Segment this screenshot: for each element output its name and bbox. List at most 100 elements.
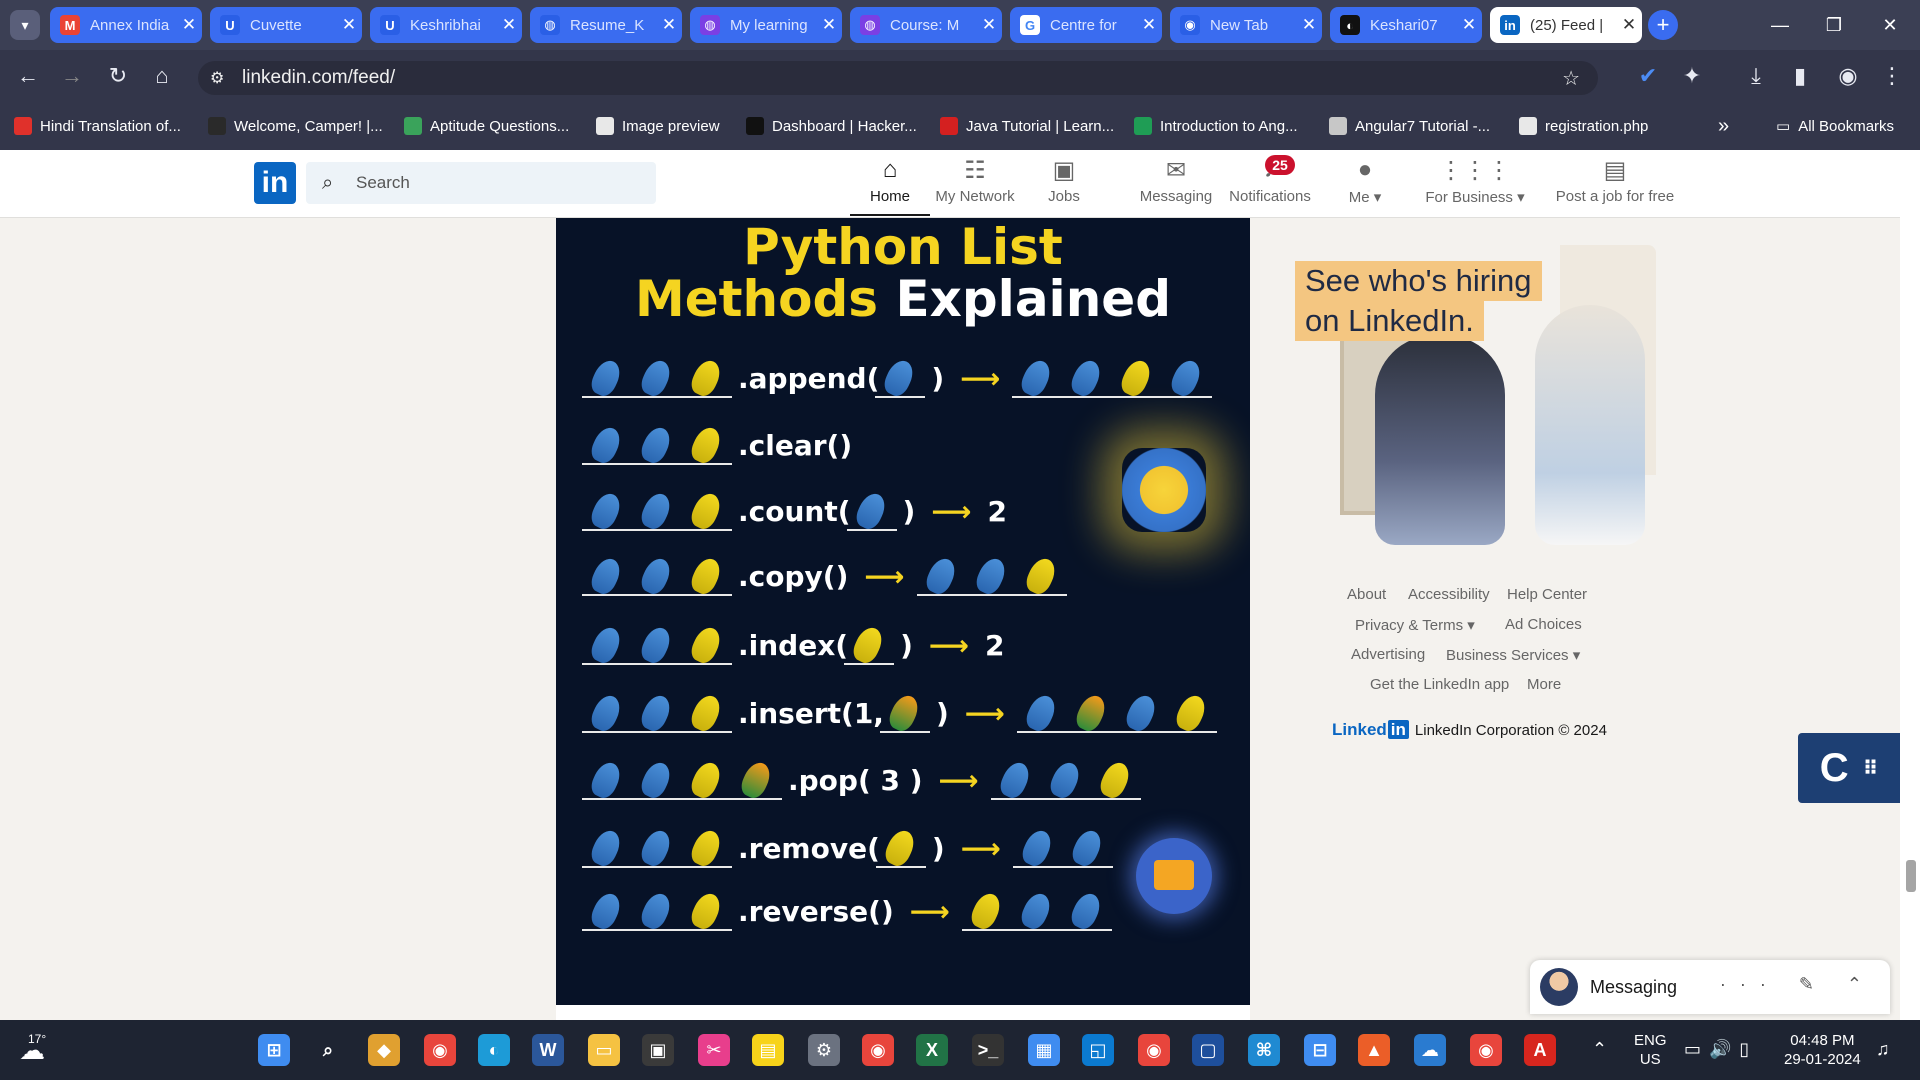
file-explorer-icon[interactable]: ▭ xyxy=(588,1034,620,1066)
snipping-icon[interactable]: ✂ xyxy=(698,1034,730,1066)
profile-icon[interactable]: ◉ xyxy=(1834,62,1862,90)
bookmark-item[interactable]: Aptitude Questions... xyxy=(404,115,569,137)
settings-icon[interactable]: ⚙ xyxy=(808,1034,840,1066)
footer-help-link[interactable]: Help Center xyxy=(1507,586,1587,603)
tab-close-icon[interactable]: ✕ xyxy=(1616,15,1642,35)
nav-avatar[interactable]: ● Me ▾ xyxy=(1330,156,1400,216)
bookmark-item[interactable]: Introduction to Ang... xyxy=(1134,115,1298,137)
scrollbar-thumb[interactable] xyxy=(1906,860,1916,892)
nav-network[interactable]: ☷ My Network xyxy=(920,156,1030,216)
all-bookmarks-button[interactable]: ▭ All Bookmarks xyxy=(1776,115,1894,137)
acrobat-icon[interactable]: A xyxy=(1524,1034,1556,1066)
nav-grid[interactable]: ⋮⋮⋮ For Business ▾ xyxy=(1420,156,1530,216)
close-window-button[interactable]: ✕ xyxy=(1862,0,1918,50)
tab-close-icon[interactable]: ✕ xyxy=(1296,15,1322,35)
tab-0[interactable]: M Annex India ✕ xyxy=(50,7,202,43)
store-icon[interactable]: ▣ xyxy=(642,1034,674,1066)
tab-close-icon[interactable]: ✕ xyxy=(496,15,522,35)
tab-close-icon[interactable]: ✕ xyxy=(176,15,202,35)
reload-button[interactable]: ↻ xyxy=(104,62,132,90)
site-info-icon[interactable]: ⚙ xyxy=(210,68,224,88)
tab-close-icon[interactable]: ✕ xyxy=(1456,15,1482,35)
network-volume-battery-icons[interactable]: ▭🔊▯ xyxy=(1684,1040,1757,1059)
new-tab-button[interactable]: + xyxy=(1648,10,1678,40)
bookmark-item[interactable]: Hindi Translation of... xyxy=(14,115,181,137)
tab-9[interactable]: in (25) Feed | ✕ xyxy=(1490,7,1642,43)
terminal-icon[interactable]: >_ xyxy=(972,1034,1004,1066)
extension-check-icon[interactable]: ✔ xyxy=(1634,62,1662,90)
clock[interactable]: 04:48 PM 29-01-2024 xyxy=(1784,1031,1861,1069)
footer-business-link[interactable]: Business Services ▾ xyxy=(1446,646,1580,664)
language-indicator[interactable]: ENG US xyxy=(1634,1031,1667,1069)
minimize-button[interactable]: — xyxy=(1752,0,1808,50)
tab-close-icon[interactable]: ✕ xyxy=(976,15,1002,35)
footer-accessibility-link[interactable]: Accessibility xyxy=(1408,586,1490,603)
tab-1[interactable]: U Cuvette ✕ xyxy=(210,7,362,43)
notification-bell-icon[interactable]: ♫ xyxy=(1876,1040,1890,1059)
restore-button[interactable]: ❐ xyxy=(1806,0,1862,50)
back-button[interactable]: ← xyxy=(14,62,42,90)
tab-2[interactable]: U Keshribhai ✕ xyxy=(370,7,522,43)
chrome-icon[interactable]: ◉ xyxy=(862,1034,894,1066)
tab-5[interactable]: ◍ Course: M ✕ xyxy=(850,7,1002,43)
tab-search-button[interactable]: ▾ xyxy=(10,10,40,40)
tab-close-icon[interactable]: ✕ xyxy=(336,15,362,35)
post-image[interactable]: Python List Methods Explained .append() ⟶… xyxy=(556,218,1250,1005)
tab-close-icon[interactable]: ✕ xyxy=(656,15,682,35)
word-icon[interactable]: W xyxy=(532,1034,564,1066)
nav-messaging[interactable]: ✉ Messaging xyxy=(1130,156,1222,216)
messaging-actions-icons[interactable]: ··· ✎ ⌃ xyxy=(1720,974,1876,995)
bookmarks-more-button[interactable]: » xyxy=(1718,115,1729,137)
excel-icon[interactable]: X xyxy=(916,1034,948,1066)
bookmark-item[interactable]: Angular7 Tutorial -... xyxy=(1329,115,1490,137)
network-app-icon[interactable]: ⊟ xyxy=(1304,1034,1336,1066)
messaging-bar[interactable]: Messaging ··· ✎ ⌃ xyxy=(1530,960,1890,1014)
tab-3[interactable]: ◍ Resume_K ✕ xyxy=(530,7,682,43)
forward-button[interactable]: → xyxy=(58,62,86,90)
tab-close-icon[interactable]: ✕ xyxy=(1136,15,1162,35)
sticky-notes-icon[interactable]: ▤ xyxy=(752,1034,784,1066)
chrome-icon[interactable]: ◉ xyxy=(1138,1034,1170,1066)
bookmark-item[interactable]: registration.php xyxy=(1519,115,1648,137)
side-panel-icon[interactable]: ▮ xyxy=(1786,62,1814,90)
chrome-icon[interactable]: ◉ xyxy=(1470,1034,1502,1066)
tab-close-icon[interactable]: ✕ xyxy=(816,15,842,35)
bookmark-star-icon[interactable]: ☆ xyxy=(1562,66,1580,91)
tab-7[interactable]: ◉ New Tab ✕ xyxy=(1170,7,1322,43)
vscode-icon[interactable]: ⌘ xyxy=(1248,1034,1280,1066)
onedrive-icon[interactable]: ☁ xyxy=(1414,1034,1446,1066)
footer-app-link[interactable]: Get the LinkedIn app xyxy=(1370,676,1509,693)
address-bar[interactable]: ⚙ linkedin.com/feed/ ☆ xyxy=(198,61,1598,95)
bookmark-item[interactable]: Java Tutorial | Learn... xyxy=(940,115,1114,137)
office-icon[interactable]: ▲ xyxy=(1358,1034,1390,1066)
copilot-icon[interactable]: ◆ xyxy=(368,1034,400,1066)
footer-more-link[interactable]: More xyxy=(1527,676,1561,693)
edge-icon[interactable]: ◐ xyxy=(478,1034,510,1066)
bookmark-item[interactable]: Dashboard | Hacker... xyxy=(746,115,917,137)
search-input[interactable]: ⌕ Search xyxy=(306,162,656,204)
nav-briefcase[interactable]: ▤ Post a job for free xyxy=(1540,156,1690,216)
footer-advertising-link[interactable]: Advertising xyxy=(1351,646,1425,663)
calendar-icon[interactable]: ▦ xyxy=(1028,1034,1060,1066)
nav-jobs[interactable]: ▣ Jobs xyxy=(1038,156,1090,216)
floating-widget-icon[interactable]: C ⠿ xyxy=(1798,733,1900,803)
linkedin-logo[interactable]: in xyxy=(254,162,296,204)
start-icon[interactable]: ⊞ xyxy=(258,1034,290,1066)
menu-icon[interactable]: ⋮ xyxy=(1878,62,1906,90)
tab-4[interactable]: ◍ My learning ✕ xyxy=(690,7,842,43)
remote-icon[interactable]: ◱ xyxy=(1082,1034,1114,1066)
extensions-icon[interactable]: ✦ xyxy=(1678,62,1706,90)
download-icon[interactable]: ⤓ xyxy=(1742,62,1770,90)
tray-chevron-icon[interactable]: ⌃ xyxy=(1592,1040,1607,1059)
home-button[interactable]: ⌂ xyxy=(148,62,176,90)
chrome-icon[interactable]: ◉ xyxy=(424,1034,456,1066)
tab-6[interactable]: G Centre for ✕ xyxy=(1010,7,1162,43)
bookmark-item[interactable]: Image preview xyxy=(596,115,720,137)
search-icon[interactable]: ⌕ xyxy=(312,1034,344,1066)
bookmark-item[interactable]: Welcome, Camper! |... xyxy=(208,115,383,137)
app-icon[interactable]: ▢ xyxy=(1192,1034,1224,1066)
footer-privacy-link[interactable]: Privacy & Terms ▾ xyxy=(1355,616,1475,634)
tab-8[interactable]: ◐ Keshari07 ✕ xyxy=(1330,7,1482,43)
hiring-ad[interactable]: See who's hiring on LinkedIn. xyxy=(1280,245,1656,557)
footer-ad-choices-link[interactable]: Ad Choices xyxy=(1505,616,1582,633)
